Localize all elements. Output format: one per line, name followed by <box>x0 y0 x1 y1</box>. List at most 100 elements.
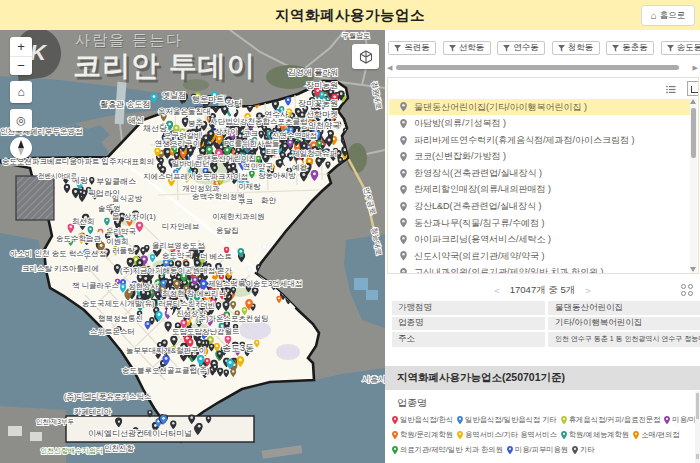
legend-pin-icon <box>633 431 639 439</box>
district-tab[interactable]: 송도동 <box>661 41 700 55</box>
map-label: 송도수학습관 <box>56 234 102 243</box>
pin-icon <box>400 119 407 129</box>
list-item[interactable]: 동산과나무(직물/침구류/수예점 ) <box>389 215 690 231</box>
map-label: 이재랑 <box>238 182 261 191</box>
home-button[interactable]: ⌂ 홈으로 <box>641 5 695 26</box>
list-item[interactable]: 신도시약국(의료기관/제약/약국 ) <box>389 248 690 264</box>
legend-item: 학원/문리계학원 <box>392 430 453 440</box>
map-zoom-control[interactable]: + − <box>10 37 32 75</box>
map-label: 화안 <box>261 196 277 205</box>
legend-item: 휴게음식점/커피/음료전문점 <box>561 415 661 425</box>
list-item[interactable]: 파리바게뜨연수럭키(휴게음식점/제과점/아이스크림점 ) <box>389 132 690 148</box>
list-scrollbar[interactable] <box>690 98 697 273</box>
map-label: 송도국제도시개발(유) <box>82 299 155 308</box>
map-label: 장농아씨방 <box>258 171 296 180</box>
map-label: 몸 <box>112 212 120 221</box>
map-label: 장미농원 <box>306 81 338 90</box>
port-hatched-area <box>16 176 54 220</box>
map-home-button[interactable]: ⌂ <box>10 81 32 103</box>
detail-label: 주소 <box>392 332 545 348</box>
map-label: 김영애 플라워 <box>288 68 338 77</box>
district-tab[interactable]: 선학동 <box>443 41 491 55</box>
map-label: 장미꽃농원 <box>298 99 338 108</box>
map-label: 송도오션파크베르디움아파트 입주자대표회의 <box>2 157 154 166</box>
legend-pin-icon <box>561 431 567 439</box>
district-tab[interactable]: 옥련동 <box>388 41 436 55</box>
hscroll-left-arrow[interactable]: ◀ <box>387 64 392 72</box>
page-header: 지역화폐사용가능업소 ⌂ 홈으로 <box>0 0 700 30</box>
map-3d-button[interactable] <box>352 44 379 69</box>
hscroll-thumb[interactable] <box>396 65 679 70</box>
legend-pin-icon <box>392 446 398 454</box>
district-tab[interactable]: 동춘동 <box>606 41 654 55</box>
map-label: 이제한치과의원 <box>212 212 265 221</box>
horizontal-scrollbar[interactable]: ◀ ▶ <box>385 64 700 72</box>
map[interactable]: 활홍관 송도점옛날점행운마트장터김영애 플라워장미농원장미꽃농원연수사선학마켓동… <box>0 30 385 463</box>
legend-pin-icon <box>664 416 670 424</box>
scroll-down-arrow[interactable] <box>690 267 696 272</box>
map-label: 솥뚜껑 <box>98 204 121 213</box>
list-item[interactable]: 고신내과의원(의료기관/제약/일반 치과 한의원 ) <box>389 265 690 275</box>
list-view-icon[interactable] <box>666 85 676 94</box>
next-page-arrow[interactable]: > <box>585 285 591 296</box>
pin-icon <box>400 251 407 261</box>
map-label: 구월남로 <box>342 32 370 39</box>
map-label: 부일클래스 <box>96 177 136 186</box>
legend: 일반음식점/한식일반음식점/일반음식점 기타휴게음식점/커피/음료전문점미용/미… <box>392 415 692 460</box>
hscroll-right-arrow[interactable]: ▶ <box>693 64 698 72</box>
map-label: 송도블루오션골프클럽(주) <box>122 366 210 375</box>
district-tab[interactable]: 연수동 <box>497 41 545 55</box>
map-label: 잭 니클라우스 <box>72 281 119 290</box>
map-label: (주)가온스포츠컨설팅 <box>196 314 269 323</box>
map-locate-button[interactable]: ◎ <box>10 109 32 131</box>
list-item[interactable]: 란제리할인매장(의류/내의판매점 ) <box>389 182 690 198</box>
home-icon: ⌂ <box>651 11 657 21</box>
list-item[interactable]: 강산L&D(건축관련업/실내장식 ) <box>389 198 690 214</box>
collapse-panel-icon[interactable] <box>687 81 699 96</box>
grid-view-icon[interactable] <box>681 284 694 297</box>
list-item[interactable]: 아담방(의류/기성복점 ) <box>389 116 690 132</box>
map-compass[interactable] <box>10 137 32 159</box>
map-label: 러플랑 <box>112 246 135 255</box>
list-item[interactable]: 물댄동산어린이집(기타/아이행복어린이집 ) <box>389 99 690 115</box>
detail-label: 업종명 <box>392 317 545 331</box>
map-label: 최정현 창 에그리나 <box>162 289 227 298</box>
map-label: 연민약국 <box>243 162 273 171</box>
map-label: 장터 <box>226 99 242 108</box>
map-label: (주)디엠디풍유로지스틱스 <box>64 392 152 401</box>
map-label: 활홍관 송도점 <box>100 100 150 109</box>
list-item[interactable]: 코코(신변잡화/가방점 ) <box>389 149 690 165</box>
watermark-brand: 코리안 투데이 <box>73 47 256 85</box>
legend-pin-icon <box>572 446 578 454</box>
panel-scrollbar[interactable] <box>695 391 700 463</box>
filter-icon <box>612 45 619 52</box>
map-label: 인천신항배수지쉼터 <box>40 447 103 454</box>
map-label: EIE <box>266 147 278 156</box>
pin-icon <box>400 169 407 179</box>
pin-icon <box>400 185 407 195</box>
map-label: 인천신항 <box>104 444 135 453</box>
map-label: 옛날점 <box>162 91 186 100</box>
legend-item: 미용/피부미용원 <box>507 445 568 455</box>
legend-item: 일반음식점/일반음식점 기타 <box>457 415 557 425</box>
zoom-out-button[interactable]: − <box>10 57 32 76</box>
legend-item: 일반음식점/한식 <box>392 415 453 425</box>
pin-icon <box>400 268 407 274</box>
scroll-up-arrow[interactable] <box>690 99 696 104</box>
list-scrollbar-thumb[interactable] <box>691 108 696 158</box>
legend-item: 기타 <box>572 445 595 455</box>
map-label: 옥저울은돌침대 <box>158 107 211 116</box>
district-tab[interactable]: 청학동 <box>552 41 600 55</box>
zoom-in-button[interactable]: + <box>10 37 32 57</box>
list-item[interactable]: 아이파크리닝(용역서비스/세탁소 ) <box>389 231 690 247</box>
map-label: 연생오리구이 <box>155 139 200 148</box>
map-label: 제임스떡볶이송도3언세대점 <box>208 279 302 288</box>
district-tabs: 옥련동 선학동 연수동 청학동 동춘동 송도동 <box>388 41 700 55</box>
app: 지역화폐사용가능업소 ⌂ 홈으로 <box>0 0 700 463</box>
map-label: 코크 <box>243 129 258 138</box>
store-list: 물댄동산어린이집(기타/아이행복어린이집 )아담방(의류/기성복점 )파리바게뜨… <box>387 77 699 274</box>
map-label: 정현상사 <box>128 282 159 291</box>
prev-page-arrow[interactable]: < <box>494 285 500 296</box>
list-item[interactable]: 한영장식(건축관련업/실내장식 ) <box>389 165 690 181</box>
map-label: 사단법인강천종합스포츠클럽 <box>210 117 308 126</box>
